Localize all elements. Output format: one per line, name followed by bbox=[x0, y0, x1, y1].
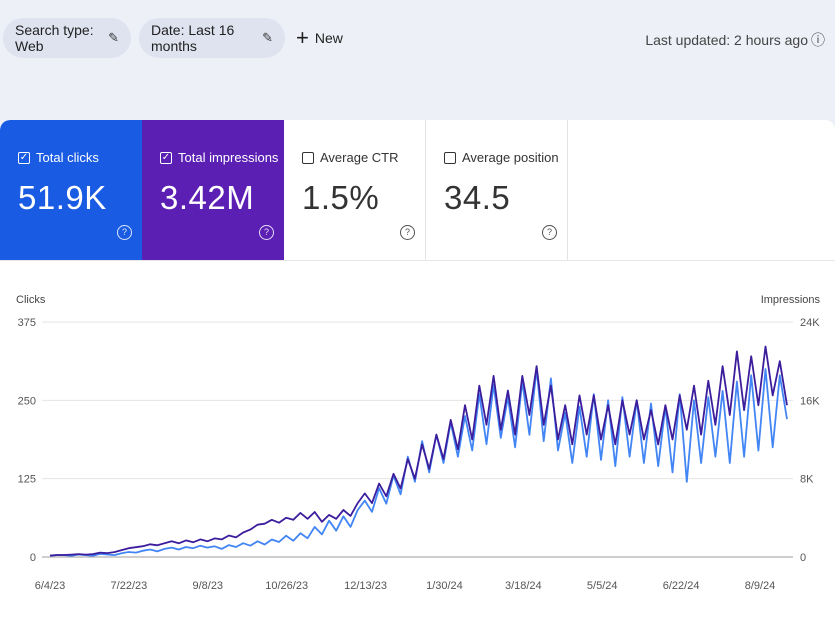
performance-chart: Clicks Impressions 3752501250 24K16K8K0 … bbox=[16, 294, 821, 592]
series-line-impressions bbox=[49, 345, 788, 557]
series-lines bbox=[49, 345, 788, 557]
x-tick-label: 6/4/23 bbox=[35, 580, 66, 592]
right-tick-label: 16K bbox=[800, 395, 820, 407]
metric-label: Total impressions bbox=[178, 150, 279, 165]
left-axis-title: Clicks bbox=[16, 294, 46, 306]
x-tick-label: 3/18/24 bbox=[505, 580, 542, 592]
metric-label: Total clicks bbox=[36, 150, 99, 165]
x-tick-label: 5/5/24 bbox=[587, 580, 618, 592]
left-tick-label: 0 bbox=[30, 552, 36, 564]
performance-card: ✓ Total clicks 51.9K ? ✓ Total impressions… bbox=[0, 120, 835, 625]
metric-value: 51.9K bbox=[18, 179, 107, 216]
help-icon[interactable]: ? bbox=[117, 225, 132, 240]
checkbox-checked-icon[interactable]: ✓ bbox=[160, 151, 172, 164]
metric-average-ctr[interactable]: Average CTR 1.5% ? bbox=[284, 120, 426, 260]
new-label: New bbox=[314, 30, 343, 46]
right-tick-label: 24K bbox=[800, 317, 820, 329]
x-tick-label: 1/30/24 bbox=[426, 580, 463, 592]
x-tick-label: 12/13/23 bbox=[344, 580, 387, 592]
gridlines bbox=[42, 321, 793, 558]
help-icon[interactable]: ? bbox=[542, 225, 557, 240]
left-tick-label: 375 bbox=[18, 317, 36, 329]
search-type-filter-chip[interactable]: Search type: Web ✎ bbox=[3, 18, 131, 58]
right-axis-ticks: 24K 16K 8K 0 bbox=[800, 317, 820, 564]
checkbox-unchecked-icon[interactable] bbox=[444, 151, 456, 164]
metric-label: Average position bbox=[462, 150, 559, 165]
metric-value: 3.42M bbox=[160, 179, 255, 216]
plus-icon: + bbox=[296, 25, 309, 50]
last-updated-status: Last updated: 2 hours ago ⓘ bbox=[645, 30, 825, 50]
metric-value: 34.5 bbox=[444, 179, 511, 216]
date-label: Date: Last 16 months bbox=[151, 22, 235, 54]
filter-bar: Search type: Web ✎ Date: Last 16 months … bbox=[0, 0, 835, 80]
x-axis-ticks: 6/4/23 7/22/23 9/8/23 10/26/23 12/13/23 1/30/… bbox=[35, 580, 776, 592]
x-tick-label: 7/22/23 bbox=[111, 580, 148, 592]
help-icon[interactable]: ? bbox=[259, 225, 274, 240]
left-axis-ticks: 375 250 125 0 bbox=[18, 317, 36, 564]
metric-label: Average CTR bbox=[320, 150, 399, 165]
checkbox-unchecked-icon[interactable] bbox=[302, 151, 314, 164]
x-tick-label: 9/8/23 bbox=[192, 580, 223, 592]
metric-total-clicks[interactable]: ✓ Total clicks 51.9K ? bbox=[0, 120, 142, 260]
x-tick-label: 8/9/24 bbox=[745, 580, 776, 592]
new-filter-button[interactable]: + New bbox=[296, 24, 343, 52]
pencil-icon: ✎ bbox=[108, 30, 119, 45]
left-tick-label: 125 bbox=[18, 474, 36, 486]
metric-total-impressions[interactable]: ✓ Total impressions 3.42M ? bbox=[142, 120, 284, 260]
info-icon[interactable]: ⓘ bbox=[811, 32, 825, 48]
left-tick-label: 250 bbox=[18, 395, 36, 407]
right-tick-label: 0 bbox=[800, 552, 806, 564]
help-icon[interactable]: ? bbox=[400, 225, 415, 240]
right-axis-title: Impressions bbox=[761, 294, 821, 306]
checkbox-checked-icon[interactable]: ✓ bbox=[18, 151, 30, 164]
date-filter-chip[interactable]: Date: Last 16 months ✎ bbox=[139, 18, 285, 58]
last-updated-text: Last updated: 2 hours ago bbox=[645, 32, 808, 48]
search-type-label: Search type: Web bbox=[15, 22, 94, 54]
metric-average-position[interactable]: Average position 34.5 ? bbox=[426, 120, 568, 260]
metric-value: 1.5% bbox=[302, 179, 380, 216]
x-tick-label: 6/22/24 bbox=[663, 580, 700, 592]
right-tick-label: 8K bbox=[800, 474, 814, 486]
x-tick-label: 10/26/23 bbox=[265, 580, 308, 592]
pencil-icon: ✎ bbox=[262, 30, 273, 45]
